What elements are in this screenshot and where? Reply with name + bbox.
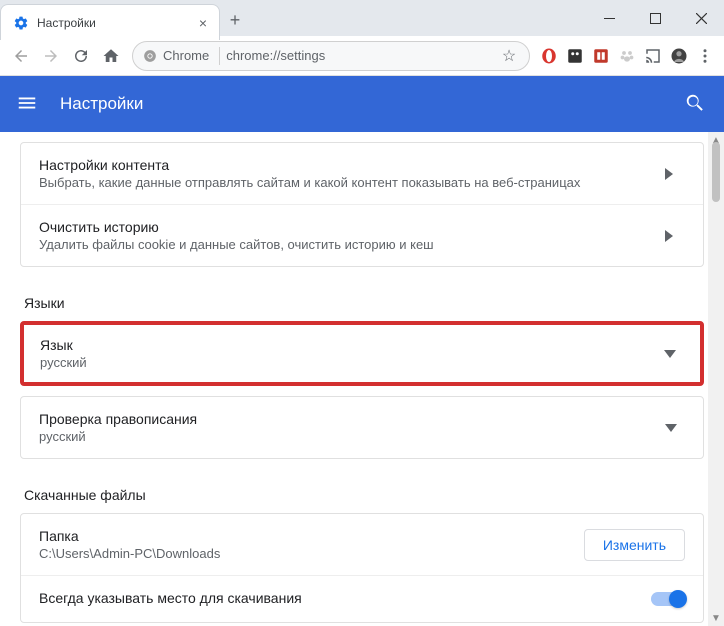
- back-button[interactable]: [6, 41, 36, 71]
- minimize-button[interactable]: [586, 0, 632, 36]
- scrollbar-thumb[interactable]: [712, 142, 720, 202]
- close-tab-icon[interactable]: ×: [195, 15, 211, 31]
- row-subtitle: русский: [39, 429, 665, 444]
- vertical-scrollbar[interactable]: ▲ ▼: [708, 132, 724, 626]
- address-chip: Chrome: [163, 48, 209, 63]
- languages-section-title: Языки: [24, 295, 704, 311]
- chevron-right-icon: [665, 168, 685, 180]
- window-controls: [586, 0, 724, 36]
- row-subtitle: C:\Users\Admin-PC\Downloads: [39, 546, 584, 561]
- change-folder-button[interactable]: Изменить: [584, 529, 685, 561]
- spellcheck-row[interactable]: Проверка правописания русский: [21, 397, 703, 458]
- row-title: Папка: [39, 528, 584, 544]
- extension-opera-icon[interactable]: [536, 43, 562, 69]
- window-titlebar: Настройки × +: [0, 0, 724, 36]
- new-tab-button[interactable]: +: [220, 4, 250, 36]
- spellcheck-card: Проверка правописания русский: [20, 396, 704, 459]
- row-subtitle: Удалить файлы cookie и данные сайтов, оч…: [39, 237, 665, 252]
- chrome-icon: [143, 49, 157, 63]
- browser-toolbar: Chrome chrome://settings ☆: [0, 36, 724, 76]
- settings-header: Настройки: [0, 76, 724, 132]
- downloads-section-title: Скачанные файлы: [24, 487, 704, 503]
- chevron-down-icon: [665, 424, 685, 432]
- address-divider: [219, 47, 220, 65]
- download-folder-row: Папка C:\Users\Admin-PC\Downloads Измени…: [21, 514, 703, 575]
- row-title: Очистить историю: [39, 219, 665, 235]
- hamburger-menu-icon[interactable]: [16, 92, 40, 116]
- content-settings-row[interactable]: Настройки контента Выбрать, какие данные…: [21, 143, 703, 204]
- row-title: Проверка правописания: [39, 411, 665, 427]
- ask-location-row[interactable]: Всегда указывать место для скачивания: [21, 575, 703, 622]
- close-window-button[interactable]: [678, 0, 724, 36]
- chevron-down-icon: [664, 350, 684, 358]
- address-url: chrome://settings: [226, 48, 499, 63]
- profile-avatar-icon[interactable]: [666, 43, 692, 69]
- cast-icon[interactable]: [640, 43, 666, 69]
- tab-title: Настройки: [37, 16, 195, 30]
- row-title: Всегда указывать место для скачивания: [39, 590, 651, 606]
- extension-icon-2[interactable]: [562, 43, 588, 69]
- extension-paw-icon[interactable]: [614, 43, 640, 69]
- clear-history-row[interactable]: Очистить историю Удалить файлы cookie и …: [21, 204, 703, 266]
- settings-title: Настройки: [60, 94, 684, 114]
- row-subtitle: русский: [40, 355, 664, 370]
- toggle-switch[interactable]: [651, 592, 685, 606]
- chevron-right-icon: [665, 230, 685, 242]
- search-icon[interactable]: [684, 92, 708, 116]
- settings-content: Настройки контента Выбрать, какие данные…: [0, 132, 724, 626]
- bookmark-star-icon[interactable]: ☆: [499, 46, 519, 66]
- home-button[interactable]: [96, 41, 126, 71]
- extension-icon-3[interactable]: [588, 43, 614, 69]
- privacy-card: Настройки контента Выбрать, какие данные…: [20, 142, 704, 267]
- language-card-highlighted: Язык русский: [20, 321, 704, 386]
- scroll-down-arrow[interactable]: ▼: [708, 610, 724, 626]
- row-title: Настройки контента: [39, 157, 665, 173]
- row-subtitle: Выбрать, какие данные отправлять сайтам …: [39, 175, 665, 190]
- maximize-button[interactable]: [632, 0, 678, 36]
- language-row[interactable]: Язык русский: [24, 325, 700, 382]
- downloads-card: Папка C:\Users\Admin-PC\Downloads Измени…: [20, 513, 704, 623]
- forward-button[interactable]: [36, 41, 66, 71]
- browser-tab[interactable]: Настройки ×: [0, 4, 220, 40]
- row-title: Язык: [40, 337, 664, 353]
- menu-dots-icon[interactable]: [692, 43, 718, 69]
- reload-button[interactable]: [66, 41, 96, 71]
- gear-icon: [13, 15, 29, 31]
- address-bar[interactable]: Chrome chrome://settings ☆: [132, 41, 530, 71]
